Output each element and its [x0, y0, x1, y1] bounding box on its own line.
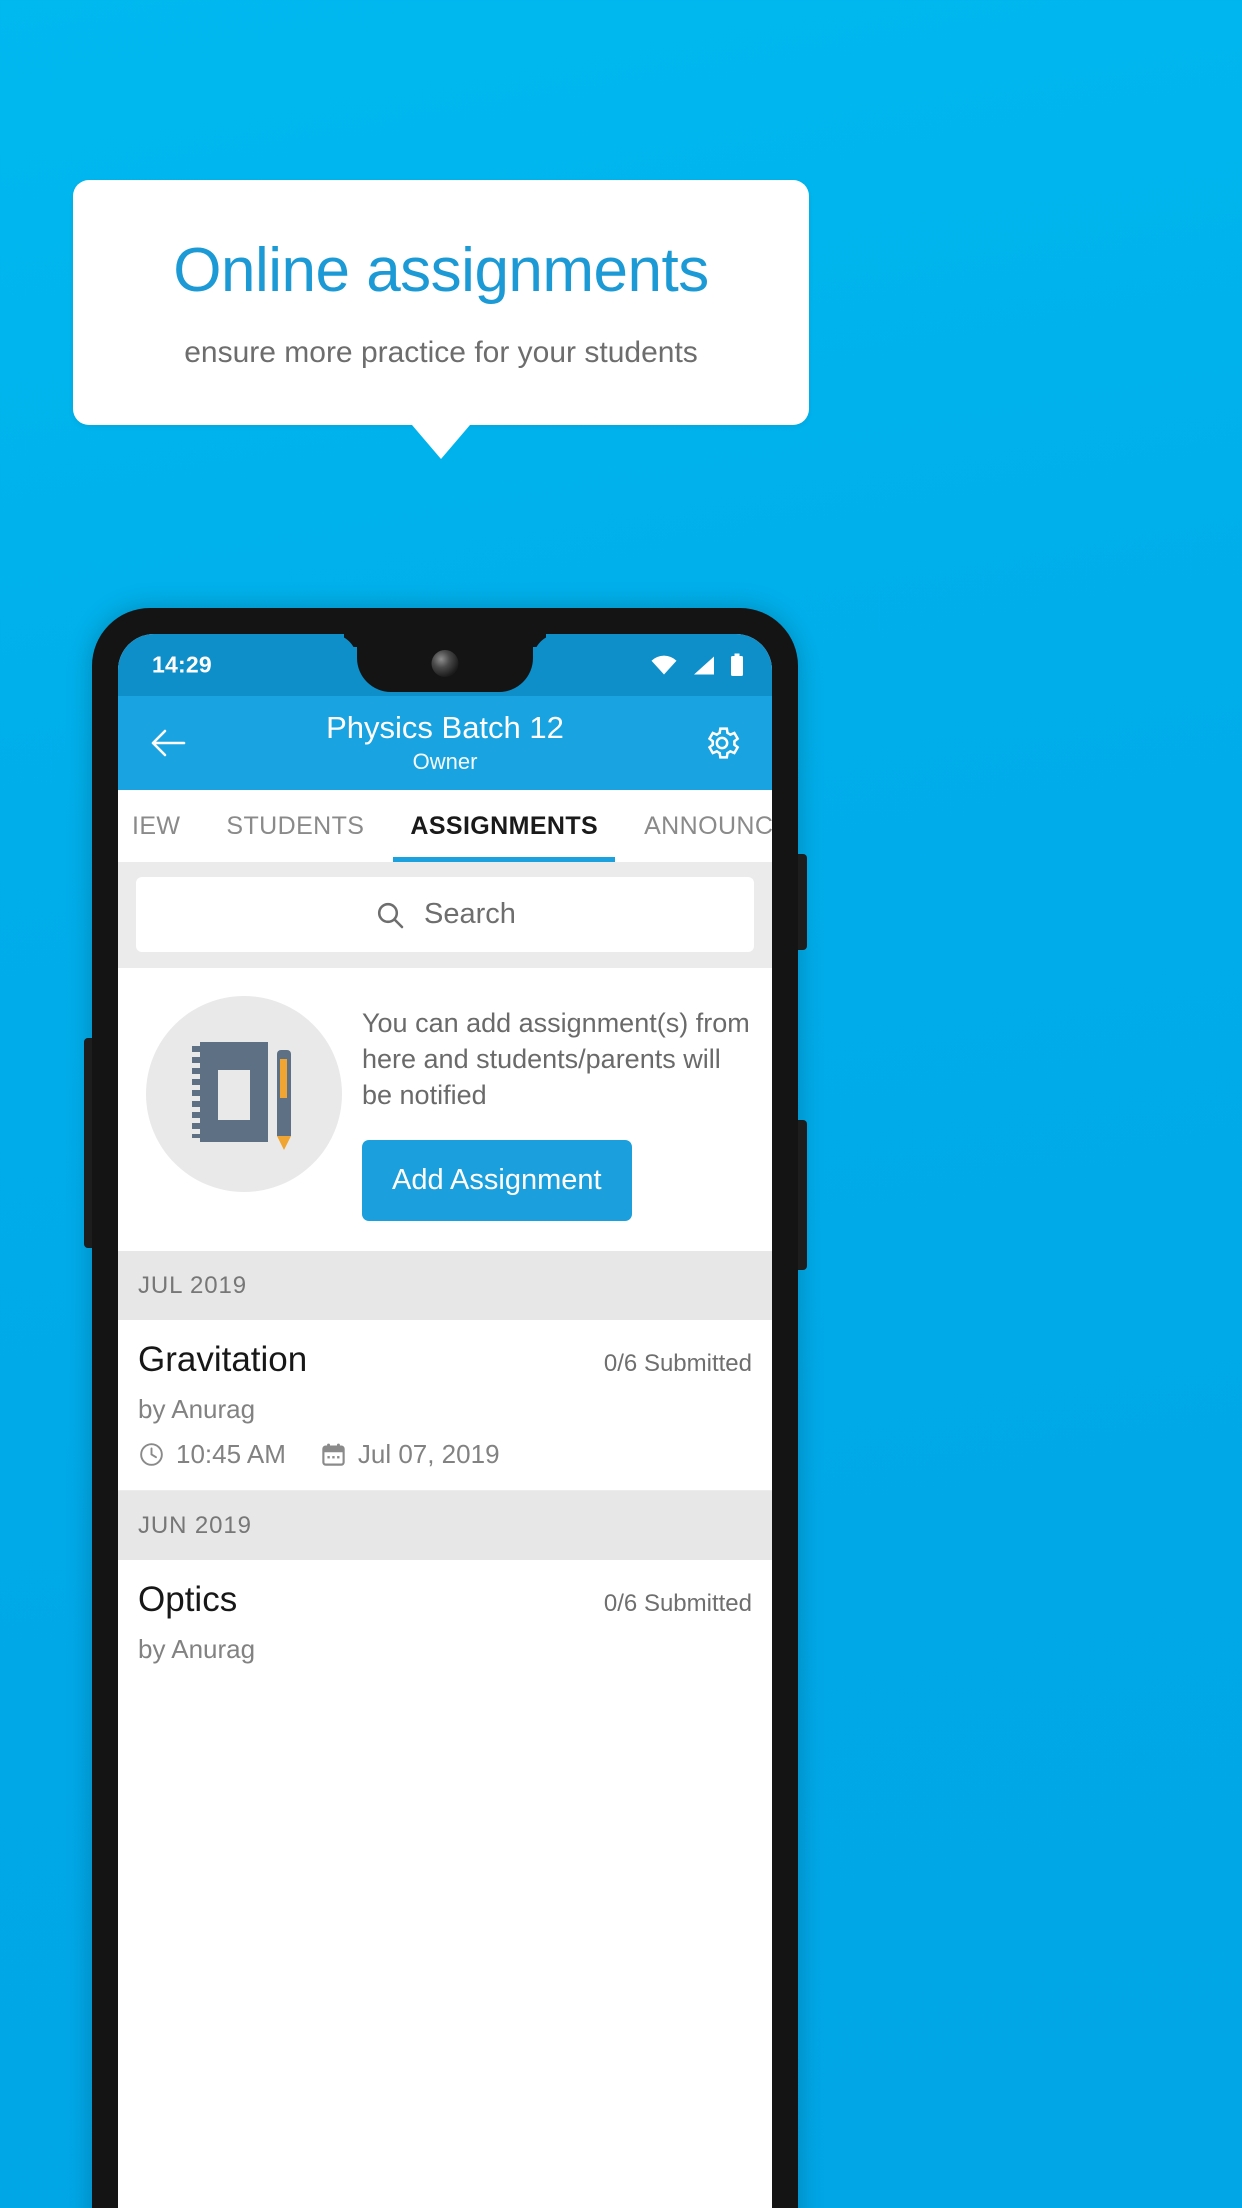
assignment-row-optics[interactable]: Optics 0/6 Submitted by Anurag — [118, 1559, 772, 1685]
page-subtitle: Owner — [412, 748, 478, 774]
add-assignment-button[interactable]: Add Assignment — [362, 1139, 632, 1221]
tab-announcements[interactable]: ANNOUNCEM — [621, 790, 772, 862]
assignment-submitted-count: 0/6 Submitted — [603, 1589, 752, 1617]
search-placeholder: Search — [424, 898, 516, 930]
pen-cap — [277, 1050, 291, 1059]
pen-tip — [277, 1136, 291, 1150]
pen-stripe — [280, 1058, 287, 1098]
wifi-icon — [651, 655, 677, 675]
status-icons — [651, 653, 744, 677]
display-notch — [357, 634, 533, 692]
assignment-header: Gravitation 0/6 Submitted — [138, 1340, 752, 1380]
status-time: 14:29 — [152, 651, 212, 678]
phone-volume-button[interactable] — [798, 854, 807, 950]
empty-state-content: You can add assignment(s) from here and … — [342, 990, 750, 1221]
tab-students[interactable]: STUDENTS — [203, 790, 387, 862]
app-bar: Physics Batch 12 Owner — [118, 696, 772, 790]
assignment-author: by Anurag — [138, 1393, 256, 1424]
assignment-title: Gravitation — [138, 1339, 308, 1379]
month-header-jul: JUL 2019 — [118, 1250, 772, 1320]
assignment-title: Optics — [138, 1579, 238, 1619]
phone-side-button-left[interactable] — [84, 1038, 92, 1248]
tab-overview[interactable]: IEW — [118, 790, 203, 862]
settings-button[interactable] — [694, 715, 750, 771]
empty-state-message: You can add assignment(s) from here and … — [362, 1008, 750, 1110]
assignment-meta: 10:45 AM Jul 07, 2019 — [138, 1439, 752, 1470]
month-header-jun: JUN 2019 — [118, 1490, 772, 1560]
gear-icon — [702, 723, 742, 763]
clock-icon — [138, 1441, 165, 1468]
page-title: Physics Batch 12 — [326, 710, 564, 746]
phone-screen: 14:29 Physics Batch 12 Owner IEW STUDENT… — [118, 634, 772, 2208]
battery-icon — [730, 653, 744, 677]
tab-bar[interactable]: IEW STUDENTS ASSIGNMENTS ANNOUNCEM — [118, 790, 772, 862]
app-bar-titles: Physics Batch 12 Owner — [118, 711, 772, 774]
promo-title: Online assignments — [173, 235, 709, 305]
assignment-time: 10:45 AM — [176, 1438, 286, 1469]
assignment-date: Jul 07, 2019 — [357, 1438, 500, 1469]
search-section: Search — [118, 862, 772, 968]
empty-state-card: You can add assignment(s) from here and … — [118, 968, 772, 1251]
promo-callout: Online assignments ensure more practice … — [73, 180, 809, 459]
callout-tail-icon — [412, 425, 470, 459]
assignment-header: Optics 0/6 Submitted — [138, 1580, 752, 1620]
assignment-submitted-count: 0/6 Submitted — [603, 1349, 752, 1377]
assignment-row-gravitation[interactable]: Gravitation 0/6 Submitted by Anurag 10:4… — [118, 1319, 772, 1490]
assignment-author: by Anurag — [138, 1633, 256, 1664]
calendar-icon — [320, 1441, 347, 1468]
front-camera-icon — [431, 650, 459, 677]
status-bar: 14:29 — [118, 634, 772, 696]
phone-power-button[interactable] — [798, 1120, 807, 1270]
search-input[interactable]: Search — [136, 877, 754, 952]
notebook-page — [218, 1070, 250, 1120]
promo-subtitle: ensure more practice for your students — [184, 335, 698, 369]
notebook-and-pen-icon — [146, 996, 342, 1192]
search-icon — [374, 899, 406, 931]
tab-assignments[interactable]: ASSIGNMENTS — [387, 790, 621, 862]
cellular-signal-icon — [692, 655, 715, 675]
phone-device: 14:29 Physics Batch 12 Owner IEW STUDENT… — [84, 608, 807, 2208]
